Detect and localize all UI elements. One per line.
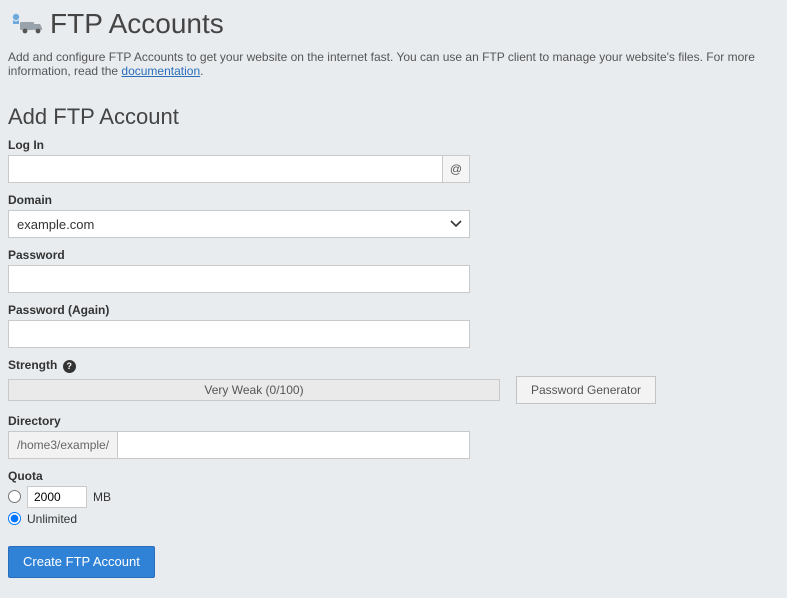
page-title: FTP Accounts — [50, 8, 224, 40]
directory-label: Directory — [8, 414, 779, 428]
intro-text-end: . — [200, 64, 203, 78]
directory-field: Directory /home3/example/ — [8, 414, 779, 459]
domain-label: Domain — [8, 193, 779, 207]
quota-limited-radio[interactable] — [8, 490, 21, 503]
quota-field: Quota MB Unlimited — [8, 469, 779, 526]
strength-field: Strength ? Very Weak (0/100) Password Ge… — [8, 358, 779, 404]
documentation-link[interactable]: documentation — [121, 64, 200, 78]
password-label: Password — [8, 248, 779, 262]
password-input[interactable] — [8, 265, 470, 293]
login-label: Log In — [8, 138, 779, 152]
form-heading: Add FTP Account — [8, 104, 779, 130]
login-input[interactable] — [8, 155, 442, 183]
login-field: Log In @ — [8, 138, 779, 183]
strength-label: Strength ? — [8, 358, 779, 373]
quota-unit: MB — [93, 490, 111, 504]
password-again-field: Password (Again) — [8, 303, 779, 348]
password-again-input[interactable] — [8, 320, 470, 348]
password-again-label: Password (Again) — [8, 303, 779, 317]
quota-value-input[interactable] — [27, 486, 87, 508]
page-header: FTP Accounts — [8, 8, 779, 40]
directory-prefix: /home3/example/ — [8, 431, 117, 459]
intro-text: Add and configure FTP Accounts to get yo… — [8, 50, 779, 78]
domain-field: Domain example.com — [8, 193, 779, 238]
password-field: Password — [8, 248, 779, 293]
quota-label: Quota — [8, 469, 779, 483]
strength-label-text: Strength — [8, 358, 57, 372]
password-generator-button[interactable]: Password Generator — [516, 376, 656, 404]
domain-select[interactable]: example.com — [8, 210, 470, 238]
strength-meter: Very Weak (0/100) — [8, 379, 500, 401]
help-icon[interactable]: ? — [63, 360, 76, 373]
create-ftp-account-button[interactable]: Create FTP Account — [8, 546, 155, 578]
directory-input[interactable] — [117, 431, 470, 459]
at-addon: @ — [442, 155, 470, 183]
ftp-truck-icon — [8, 10, 44, 38]
